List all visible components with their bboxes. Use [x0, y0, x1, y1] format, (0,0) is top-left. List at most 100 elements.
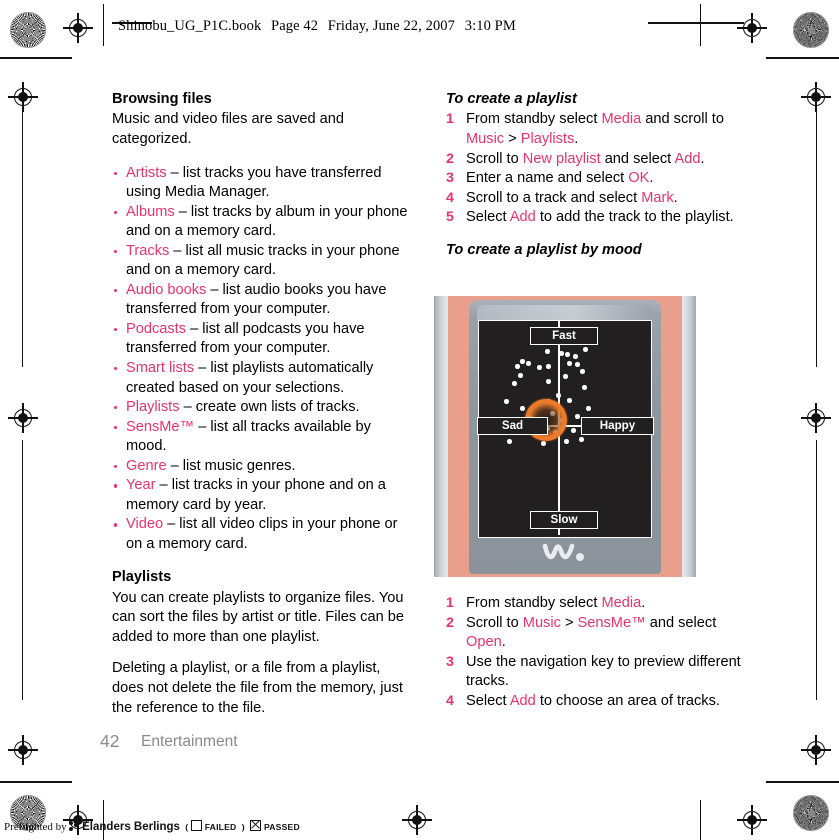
browsing-bullet-item: Tracks – list all music tracks in your p…: [112, 242, 412, 281]
bullet-term: Audio books: [126, 281, 207, 298]
mood-label-fast: Fast: [530, 327, 598, 345]
ui-term: New playlist: [522, 150, 601, 167]
registration-mark-top-right: [737, 13, 767, 43]
ui-term: OK: [628, 170, 650, 187]
browsing-bullet-item: Playlists – create own lists of tracks.: [112, 398, 412, 418]
browsing-bullet-item: Smart lists – list playlists automatical…: [112, 359, 412, 398]
track-dot: [520, 406, 525, 411]
track-dot: [507, 439, 512, 444]
track-dot: [526, 361, 531, 366]
step-text: .: [649, 170, 654, 187]
mood-label-slow: Slow: [530, 511, 598, 529]
mood-label-sad: Sad: [477, 417, 548, 435]
failed-checkbox-icon: [190, 820, 202, 831]
trim-rule-lower-left: [0, 781, 72, 783]
color-density-target-bottom-right: [793, 795, 829, 831]
browsing-bullet-item: Genre – list music genres.: [112, 457, 412, 477]
bullet-description: – list all video clips in your phone or …: [126, 516, 398, 552]
browsing-bullet-item: Podcasts – list all podcasts you have tr…: [112, 320, 412, 359]
track-dot: [573, 354, 578, 359]
track-dot: [520, 359, 525, 364]
elanders-logo-icon: [69, 821, 79, 832]
phone-body: Fast Sad Happy Slow: [469, 300, 661, 574]
preflight-passed-label: PASSED: [263, 822, 300, 832]
step-text: .: [700, 150, 705, 167]
step-text: Select: [466, 209, 510, 226]
registration-mark-upper-left: [8, 82, 38, 112]
browsing-bullet-item: Year – list tracks in your phone and on …: [112, 476, 412, 515]
ui-term: Music: [522, 614, 561, 631]
registration-mark-lower-right: [801, 735, 831, 765]
color-density-target-top-left: [10, 12, 46, 48]
track-dot: [564, 439, 569, 444]
track-dot: [518, 373, 523, 378]
track-dot: [559, 351, 564, 356]
trim-rule-upper-left: [0, 57, 72, 59]
track-dot: [546, 364, 551, 369]
bleed-rule-right-lower: [816, 440, 817, 700]
track-dot: [586, 406, 591, 411]
step-text: Scroll to a track and select: [466, 189, 642, 206]
bullet-term: Playlists: [126, 399, 180, 416]
step-text: .: [501, 634, 506, 651]
track-dot: [512, 381, 517, 386]
instruction-step: Scroll to New playlist and select Add.: [446, 150, 742, 170]
step-text: Use the navigation key to preview differ…: [466, 653, 741, 690]
step-text: From standby select: [466, 595, 602, 611]
bullet-term: Video: [126, 516, 164, 533]
registration-mark-bottom-right: [737, 805, 767, 835]
track-dot: [583, 347, 588, 352]
preflight-failed-label: FAILED: [204, 822, 237, 832]
ui-term: Add: [509, 209, 536, 226]
ui-term: Add: [509, 692, 536, 709]
heading-to-create-a-playlist-by-mood: To create a playlist by mood: [446, 241, 642, 258]
track-dot: [579, 437, 584, 442]
instruction-step: Scroll to Music > SensMe™ and select Ope…: [446, 614, 742, 653]
bullet-term: Genre: [126, 457, 167, 474]
bullet-description: – list tracks in your phone and on a mem…: [126, 477, 386, 513]
step-text: .: [574, 130, 579, 147]
steps-by-mood-wrapper: From standby select Media. Scroll to Musi…: [446, 594, 742, 711]
registration-mark-upper-right: [801, 82, 831, 112]
step-text: >: [504, 130, 521, 147]
browsing-bullet-item: Audio books – list audio books you have …: [112, 281, 412, 320]
ui-term: Media: [601, 111, 642, 128]
phone-screen: Fast Sad Happy Slow: [477, 320, 654, 538]
passed-checkbox-icon: [250, 820, 262, 831]
preflight-brand: Elanders Berlings: [82, 821, 180, 833]
instruction-step: Scroll to a track and select Mark.: [446, 189, 742, 209]
steps-create-playlist-by-mood: From standby select Media. Scroll to Musi…: [446, 594, 742, 711]
registration-mark-top-left: [63, 13, 93, 43]
document-page: Shinobu_UG_P1C.book Page 42 Friday, June…: [0, 0, 839, 840]
track-dot: [515, 364, 520, 369]
playlists-paragraph-1: You can create playlists to organize fil…: [112, 589, 404, 645]
slug-page-label: Page 42: [271, 18, 319, 34]
ui-term: Open: [466, 634, 502, 651]
chapter-name: Entertainment: [141, 733, 238, 750]
phone-top-highlight: [477, 305, 653, 321]
color-density-target-top-right: [793, 12, 829, 48]
track-dot: [541, 441, 546, 446]
step-text: and scroll to: [641, 111, 724, 128]
bullet-term: SensMe™: [126, 418, 195, 435]
ui-term: Playlists: [520, 130, 575, 147]
walkman-logo: [469, 543, 661, 565]
crop-rule-top-left: [103, 4, 104, 46]
ui-term: Media: [601, 595, 642, 611]
right-text-column: To create a playlist From standby select…: [446, 90, 742, 261]
browsing-bullet-item: Artists – list tracks you have transferr…: [112, 164, 412, 203]
left-text-column: Browsing files Music and video files are…: [112, 90, 412, 718]
sensme-phone-figure: Fast Sad Happy Slow: [434, 296, 696, 577]
preflight-stamp: Preflighted by Elanders Berlings ( FAILE…: [4, 820, 300, 833]
track-dot: [575, 362, 580, 367]
instruction-step: Select Add to choose an area of tracks.: [446, 692, 742, 712]
walkman-logo-glyph: [542, 543, 584, 561]
track-dot: [567, 361, 572, 366]
step-text: to add the track to the playlist.: [535, 209, 734, 226]
step-text: From standby select: [466, 111, 602, 128]
track-dot: [546, 379, 551, 384]
track-dot: [504, 399, 509, 404]
mood-label-happy: Happy: [581, 417, 654, 435]
trim-rule-upper-right: [766, 57, 839, 59]
page-number: 42: [100, 731, 120, 751]
